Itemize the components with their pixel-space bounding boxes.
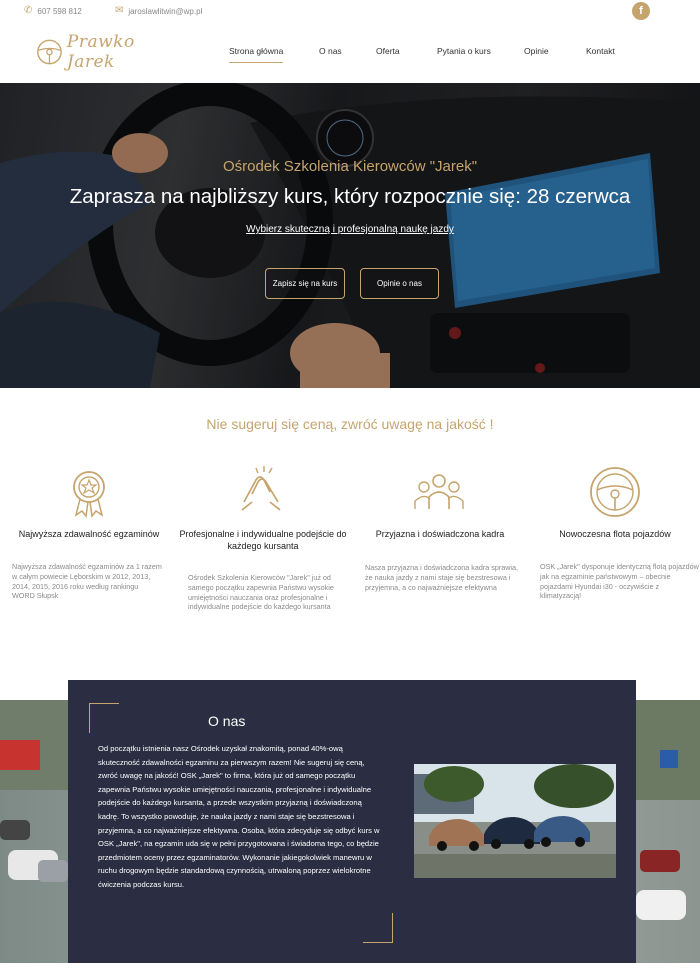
nav-item-faq[interactable]: Pytania o kurs (437, 46, 491, 56)
feature-card: Profesjonalne i indywidualne podejście d… (178, 465, 348, 645)
phone-number: 607 598 812 (37, 6, 82, 16)
handshake-icon (241, 466, 281, 511)
decorative-corner (89, 703, 119, 733)
fleet-photo (414, 764, 616, 878)
feature-title: Najwyższa zdawalność egzaminów (18, 529, 160, 539)
feature-card: Przyjazna i doświadczona kadra Nasza prz… (355, 465, 525, 645)
about-text: Od początku istnienia nasz Ośrodek uzysk… (98, 744, 380, 889)
quality-tagline: Nie sugeruj się ceną, zwróć uwagę na jak… (206, 416, 494, 432)
envelope-icon: ✉ (115, 5, 124, 16)
nav-item-offer[interactable]: Oferta (376, 46, 400, 56)
feature-desc: Najwyższa zdawalność egzaminów za 1 raze… (12, 562, 162, 601)
award-icon (73, 471, 105, 518)
about-title: O nas (208, 713, 246, 729)
feature-title: Profesjonalne i indywidualne podejście d… (179, 529, 347, 551)
feature-desc: Nasza przyjazna i doświadczona kadra spr… (365, 563, 519, 592)
feature-title: Przyjazna i doświadczona kadra (375, 529, 505, 539)
hero-subtitle: Ośrodek Szkolenia Kierowców "Jarek" (222, 158, 478, 175)
signup-button[interactable]: Zapisz się na kurs (265, 268, 345, 299)
decorative-corner (363, 913, 393, 943)
hero-banner: Ośrodek Szkolenia Kierowców "Jarek" Zapr… (0, 83, 700, 388)
hero-title: Zaprasza na najbliższy kurs, który rozpo… (69, 185, 631, 208)
nav-item-reviews[interactable]: Opinie (524, 46, 549, 56)
nav-item-about[interactable]: O nas (319, 46, 342, 56)
facebook-icon[interactable]: f (632, 2, 650, 20)
steering-wheel-icon (590, 467, 640, 517)
feature-card: Najwyższa zdawalność egzaminów Najwyższa… (4, 465, 174, 645)
email-address: jaroslawlitwin@wp.pl (128, 6, 203, 16)
feature-desc: Ośrodek Szkolenia Kierowców "Jarek" już … (188, 573, 334, 612)
feature-title: Nowoczesna flota pojazdów (559, 529, 671, 539)
top-bar: ✆ 607 598 812 ✉ jaroslawlitwin@wp.pl f (0, 0, 700, 24)
email-contact[interactable]: ✉ jaroslawlitwin@wp.pl (115, 6, 202, 16)
nav-item-home[interactable]: Strona główna (229, 46, 284, 63)
hero-link[interactable]: Wybierz skuteczną i profesjonalną naukę … (0, 224, 700, 235)
phone-contact[interactable]: ✆ 607 598 812 (24, 6, 82, 16)
reviews-button[interactable]: Opinie o nas (360, 268, 439, 299)
hero-overlay (0, 83, 700, 388)
nav-item-contact[interactable]: Kontakt (586, 46, 615, 56)
phone-icon: ✆ (24, 5, 33, 16)
main-nav: Strona główna O nas Oferta Pytania o kur… (0, 46, 700, 63)
cars-parking-image (414, 764, 616, 878)
hero-link-text: Wybierz skuteczną i profesjonalną naukę … (246, 224, 454, 235)
feature-desc: OSK „Jarek" dysponuje identyczną flotą p… (540, 562, 699, 601)
feature-card: Nowoczesna flota pojazdów OSK „Jarek" dy… (530, 465, 700, 645)
team-icon (414, 474, 464, 509)
